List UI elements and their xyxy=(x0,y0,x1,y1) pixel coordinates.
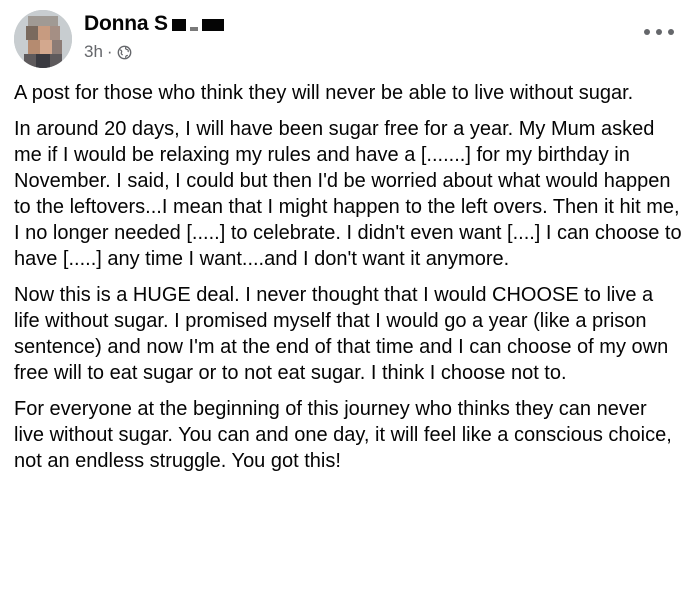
post-paragraph: Now this is a HUGE deal. I never thought… xyxy=(14,284,669,384)
author-name[interactable]: Donna S xyxy=(84,12,168,36)
more-dot xyxy=(656,29,662,35)
censor-bar xyxy=(201,19,224,31)
post-paragraph: In around 20 days, I will have been suga… xyxy=(14,118,682,270)
post-paragraph: A post for those who think they will nev… xyxy=(14,82,634,104)
more-dot xyxy=(644,29,650,35)
post-body: A post for those who think they will nev… xyxy=(14,80,682,484)
censor-bar xyxy=(189,27,198,31)
meta-separator: · xyxy=(106,42,113,61)
post-time[interactable]: 3h xyxy=(84,42,103,62)
post-header: Donna S 3h · xyxy=(14,10,680,68)
post-meta: 3h · xyxy=(84,42,132,62)
globe-icon[interactable] xyxy=(117,45,132,60)
more-dot xyxy=(668,29,674,35)
avatar[interactable] xyxy=(14,10,72,68)
facebook-post: Donna S 3h · A post for those who think … xyxy=(0,0,694,604)
censor-bar xyxy=(171,19,186,31)
post-paragraph: For everyone at the beginning of this jo… xyxy=(14,398,672,472)
author[interactable]: Donna S xyxy=(84,12,224,36)
more-options-icon[interactable] xyxy=(644,24,674,40)
